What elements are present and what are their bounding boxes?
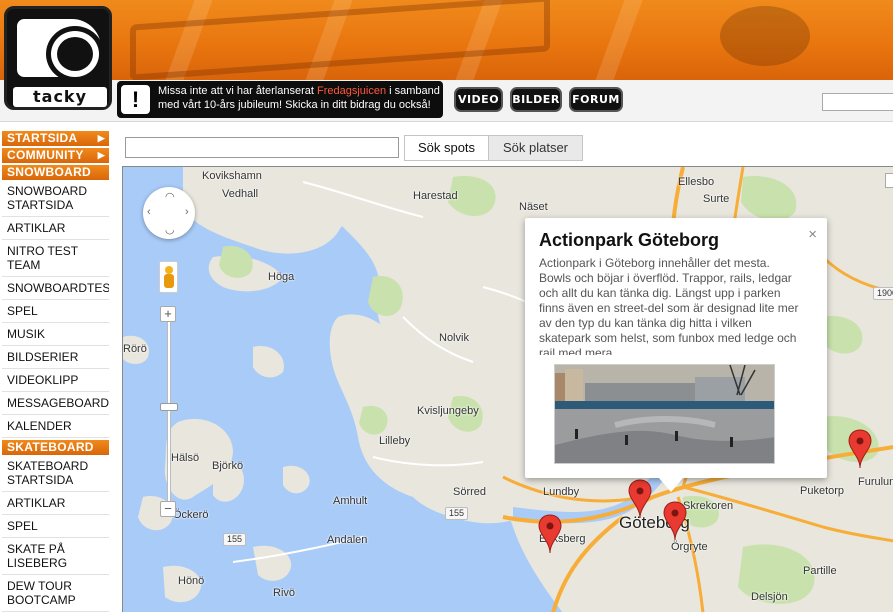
close-icon[interactable]: × xyxy=(808,226,817,243)
map-place-label: Partille xyxy=(803,565,837,577)
map-view[interactable]: Kovikshamn Vedhall Harestad Ellesbo Surt… xyxy=(122,166,893,612)
sidebar-item-label: COMMUNITY xyxy=(7,148,84,162)
sidebar-item-community[interactable]: COMMUNITY ▶ xyxy=(2,148,109,163)
sidebar-item-label: STARTSIDA xyxy=(7,131,78,145)
pan-right-icon[interactable]: › xyxy=(185,206,189,218)
tab-sok-spots[interactable]: Sök spots xyxy=(404,135,489,161)
pan-down-icon[interactable]: ◡ xyxy=(165,223,175,236)
banner-graphic xyxy=(720,6,810,66)
notice-text: Missa inte att vi har återlanserat Freda… xyxy=(158,84,442,112)
nav-video-button[interactable]: VIDEO xyxy=(456,89,501,110)
fullscreen-toggle[interactable] xyxy=(885,173,893,188)
map-place-label: Björkö xyxy=(212,460,244,472)
nav-bilder-button[interactable]: BILDER xyxy=(512,89,560,110)
map-place-label: Furulund xyxy=(858,476,893,488)
sidebar-item-skateboard-startsida[interactable]: SKATEBOARD STARTSIDA xyxy=(2,455,109,492)
sidebar-item-skate-spel[interactable]: SPEL xyxy=(2,515,109,538)
sidebar-item-nitro-test-team[interactable]: NITRO TEST TEAM xyxy=(2,240,109,277)
sidebar: STARTSIDA ▶ COMMUNITY ▶ SNOWBOARD SNOWBOAR… xyxy=(0,129,111,612)
sidebar-item-snowboardtester[interactable]: SNOWBOARDTESTER xyxy=(2,277,109,300)
map-place-label: Rörö xyxy=(123,343,147,355)
road-number: 155 xyxy=(445,507,469,520)
sidebar-item-dew-tour-bootcamp[interactable]: DEW TOUR BOOTCAMP xyxy=(2,575,109,612)
infowindow-description: Actionpark i Göteborg innehåller det mes… xyxy=(539,256,799,355)
map-marker-pin[interactable] xyxy=(848,429,872,469)
map-marker-pin[interactable] xyxy=(663,501,687,541)
sidebar-section-skateboard[interactable]: SKATEBOARD xyxy=(2,440,109,455)
arrow-right-icon: ▶ xyxy=(97,150,105,160)
exclamation-icon: ! xyxy=(121,85,150,114)
tab-sok-platser[interactable]: Sök platser xyxy=(488,135,583,161)
infowindow-title: Actionpark Göteborg xyxy=(539,230,720,250)
site-logo[interactable]: tacky xyxy=(4,6,112,110)
map-infowindow: Actionpark Göteborg × Actionpark i Göteb… xyxy=(525,218,827,492)
street-view-pegman-icon[interactable] xyxy=(159,261,178,293)
sidebar-item-bildserier[interactable]: BILDSERIER xyxy=(2,346,109,369)
map-place-label: Lilleby xyxy=(379,435,411,447)
map-place-label: Kovikshamn xyxy=(202,170,262,182)
map-place-label: Sörred xyxy=(453,486,487,498)
map-place-label: Örgryte xyxy=(671,541,708,553)
map-marker-pin[interactable] xyxy=(628,479,652,519)
notice-banner[interactable]: ! Missa inte att vi har återlanserat Fre… xyxy=(117,81,443,118)
map-place-label: Öckerö xyxy=(173,509,209,521)
sidebar-item-musik[interactable]: MUSIK xyxy=(2,323,109,346)
road-number: 155 xyxy=(223,533,247,546)
map-place-label: Hönö xyxy=(178,575,205,587)
map-place-label: Näset xyxy=(519,201,548,213)
nav-forum-button[interactable]: FORUM xyxy=(571,89,621,110)
spot-search-input[interactable] xyxy=(125,137,399,158)
map-place-label: Kvisljungeby xyxy=(417,405,479,417)
map-place-label: Puketorp xyxy=(800,485,845,497)
map-place-label: Hälsö xyxy=(171,452,200,464)
notice-link[interactable]: Fredagsjuicen xyxy=(317,85,386,97)
map-place-label: Harestad xyxy=(413,190,458,202)
header-banner xyxy=(0,0,893,80)
map-pan-control[interactable]: ◠ ◡ ‹ › xyxy=(143,187,195,239)
map-place-label: Lundby xyxy=(543,486,580,498)
sidebar-section-label: SNOWBOARD xyxy=(7,165,92,179)
map-place-label: Ellesbo xyxy=(678,176,715,188)
zoom-in-button[interactable]: + xyxy=(160,306,176,322)
sidebar-item-messageboard[interactable]: MESSAGEBOARD xyxy=(2,392,109,415)
banner-decor xyxy=(595,0,643,80)
sidebar-item-skate-artiklar[interactable]: ARTIKLAR xyxy=(2,492,109,515)
pan-up-icon[interactable]: ◠ xyxy=(165,190,175,203)
map-place-label: Nolvik xyxy=(439,332,469,344)
logo-wordmark: tacky xyxy=(13,87,107,107)
map-place-label: Höga xyxy=(268,271,295,283)
logo-eye-icon xyxy=(17,19,101,77)
sidebar-item-kalender[interactable]: KALENDER xyxy=(2,415,109,438)
map-place-label: Delsjön xyxy=(751,591,788,603)
map-place-label: Amhult xyxy=(333,495,368,507)
map-marker-pin[interactable] xyxy=(538,514,562,554)
sidebar-item-skate-pa-liseberg[interactable]: SKATE PÅ LISEBERG xyxy=(2,538,109,575)
zoom-slider-track[interactable] xyxy=(167,317,171,517)
sidebar-item-snowboard-startsida[interactable]: SNOWBOARD STARTSIDA xyxy=(2,180,109,217)
road-number: 1900 xyxy=(873,287,893,300)
map-place-label: Vedhall xyxy=(222,188,259,200)
zoom-slider-handle[interactable] xyxy=(160,403,178,411)
skatepark-photo[interactable] xyxy=(554,364,775,464)
notice-text-start: Missa inte att vi har återlanserat xyxy=(158,85,317,97)
arrow-right-icon: ▶ xyxy=(97,133,105,143)
pan-left-icon[interactable]: ‹ xyxy=(147,206,151,218)
sidebar-section-label: SKATEBOARD xyxy=(7,440,94,454)
sidebar-item-startsida[interactable]: STARTSIDA ▶ xyxy=(2,131,109,146)
map-place-label: Skrekoren xyxy=(683,500,734,512)
sidebar-item-artiklar[interactable]: ARTIKLAR xyxy=(2,217,109,240)
map-place-label: Andalen xyxy=(327,534,368,546)
map-place-label: Rivö xyxy=(273,587,296,599)
site-search-input[interactable] xyxy=(822,93,893,111)
sidebar-section-snowboard[interactable]: SNOWBOARD xyxy=(2,165,109,180)
sidebar-item-videoklipp[interactable]: VIDEOKLIPP xyxy=(2,369,109,392)
skatepark-photo-graphic xyxy=(555,365,774,463)
zoom-out-button[interactable]: − xyxy=(160,501,176,517)
map-place-label: Surte xyxy=(703,193,730,205)
sidebar-item-spel[interactable]: SPEL xyxy=(2,300,109,323)
